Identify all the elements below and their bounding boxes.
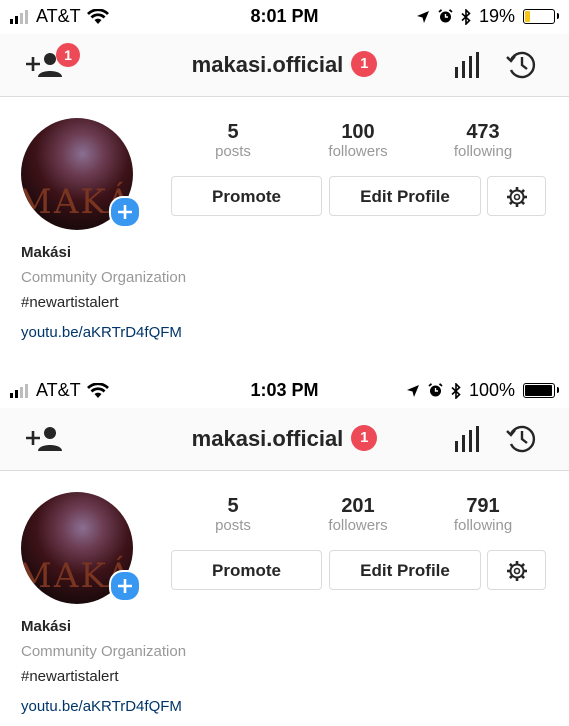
posts-label: posts (215, 517, 251, 534)
profile-name: Makási (21, 618, 72, 635)
insights-icon (455, 426, 479, 452)
wifi-icon (86, 382, 109, 398)
status-bar: AT&T 1:03 PM 100% (0, 374, 569, 408)
following-count: 791 (466, 495, 500, 517)
following-count: 473 (466, 121, 500, 143)
wifi-icon (86, 8, 109, 24)
settings-button[interactable] (487, 550, 546, 590)
alarm-icon (428, 383, 443, 397)
following-label: following (453, 143, 513, 160)
profile-link[interactable]: youtu.be/aKRTrD4fQFM (21, 324, 182, 341)
archive-icon (506, 425, 536, 453)
archive-button[interactable] (505, 48, 539, 82)
plus-icon (118, 579, 132, 593)
battery-icon (523, 9, 559, 24)
gear-icon (506, 561, 527, 581)
archive-icon (506, 51, 536, 79)
username-title[interactable]: makasi.official 1 (0, 51, 569, 79)
edit-profile-button[interactable]: Edit Profile (329, 176, 481, 216)
following-stat[interactable]: 473 following (428, 121, 538, 161)
profile-bio: #newartistalert (21, 294, 119, 311)
bluetooth-icon (461, 8, 471, 25)
plus-icon (118, 205, 132, 219)
following-label: following (453, 517, 513, 534)
username-label: makasi.official (191, 426, 344, 451)
posts-label: posts (215, 143, 251, 160)
promote-button[interactable]: Promote (171, 176, 322, 216)
signal-icon (10, 9, 28, 24)
username-label: makasi.official (191, 52, 344, 77)
battery-percent: 19% (478, 6, 515, 26)
profile-link[interactable]: youtu.be/aKRTrD4fQFM (21, 698, 182, 715)
battery-percent: 100% (468, 380, 515, 400)
profile-category: Community Organization (21, 643, 187, 660)
profile-header: 1 makasi.official 1 (0, 34, 569, 97)
gear-icon (506, 187, 527, 207)
following-stat[interactable]: 791 following (428, 495, 538, 535)
profile-name: Makási (21, 244, 72, 261)
alarm-icon (438, 9, 453, 23)
profile-screenshot-bottom: AT&T 1:03 PM 100% makasi.official1 MAKÁS… (0, 363, 569, 726)
add-story-button[interactable] (109, 570, 141, 602)
battery-icon (523, 383, 559, 398)
carrier-label: AT&T (36, 380, 81, 400)
posts-count: 5 (227, 121, 239, 143)
followers-label: followers (328, 143, 388, 160)
followers-count: 201 (341, 495, 375, 517)
signal-icon (10, 383, 28, 398)
posts-stat[interactable]: 5 posts (178, 121, 288, 161)
bluetooth-icon (451, 382, 461, 399)
add-story-button[interactable] (109, 196, 141, 228)
posts-stat[interactable]: 5 posts (178, 495, 288, 535)
followers-label: followers (328, 517, 388, 534)
carrier-label: AT&T (36, 6, 81, 26)
insights-button[interactable] (453, 425, 483, 453)
promote-button[interactable]: Promote (171, 550, 322, 590)
insights-icon (455, 52, 479, 78)
edit-profile-button[interactable]: Edit Profile (329, 550, 481, 590)
followers-stat[interactable]: 100 followers (303, 121, 413, 161)
settings-button[interactable] (487, 176, 546, 216)
username-title[interactable]: makasi.official 1 (0, 425, 569, 453)
archive-button[interactable] (505, 422, 539, 456)
profile-header: makasi.official 1 (0, 408, 569, 471)
location-arrow-icon (416, 10, 429, 23)
posts-count: 5 (227, 495, 239, 517)
profile-category: Community Organization (21, 269, 187, 286)
status-bar: AT&T 8:01 PM 19% (0, 0, 569, 34)
followers-count: 100 (341, 121, 375, 143)
account-notification-badge: 1 (351, 425, 378, 452)
account-notification-badge: 1 (351, 51, 378, 78)
followers-stat[interactable]: 201 followers (303, 495, 413, 535)
location-arrow-icon (406, 384, 419, 397)
profile-screenshot-top: AT&T 8:01 PM 19% 1 makasi.official1 MAKÁ… (0, 0, 569, 363)
insights-button[interactable] (453, 51, 483, 79)
profile-bio: #newartistalert (21, 668, 119, 685)
